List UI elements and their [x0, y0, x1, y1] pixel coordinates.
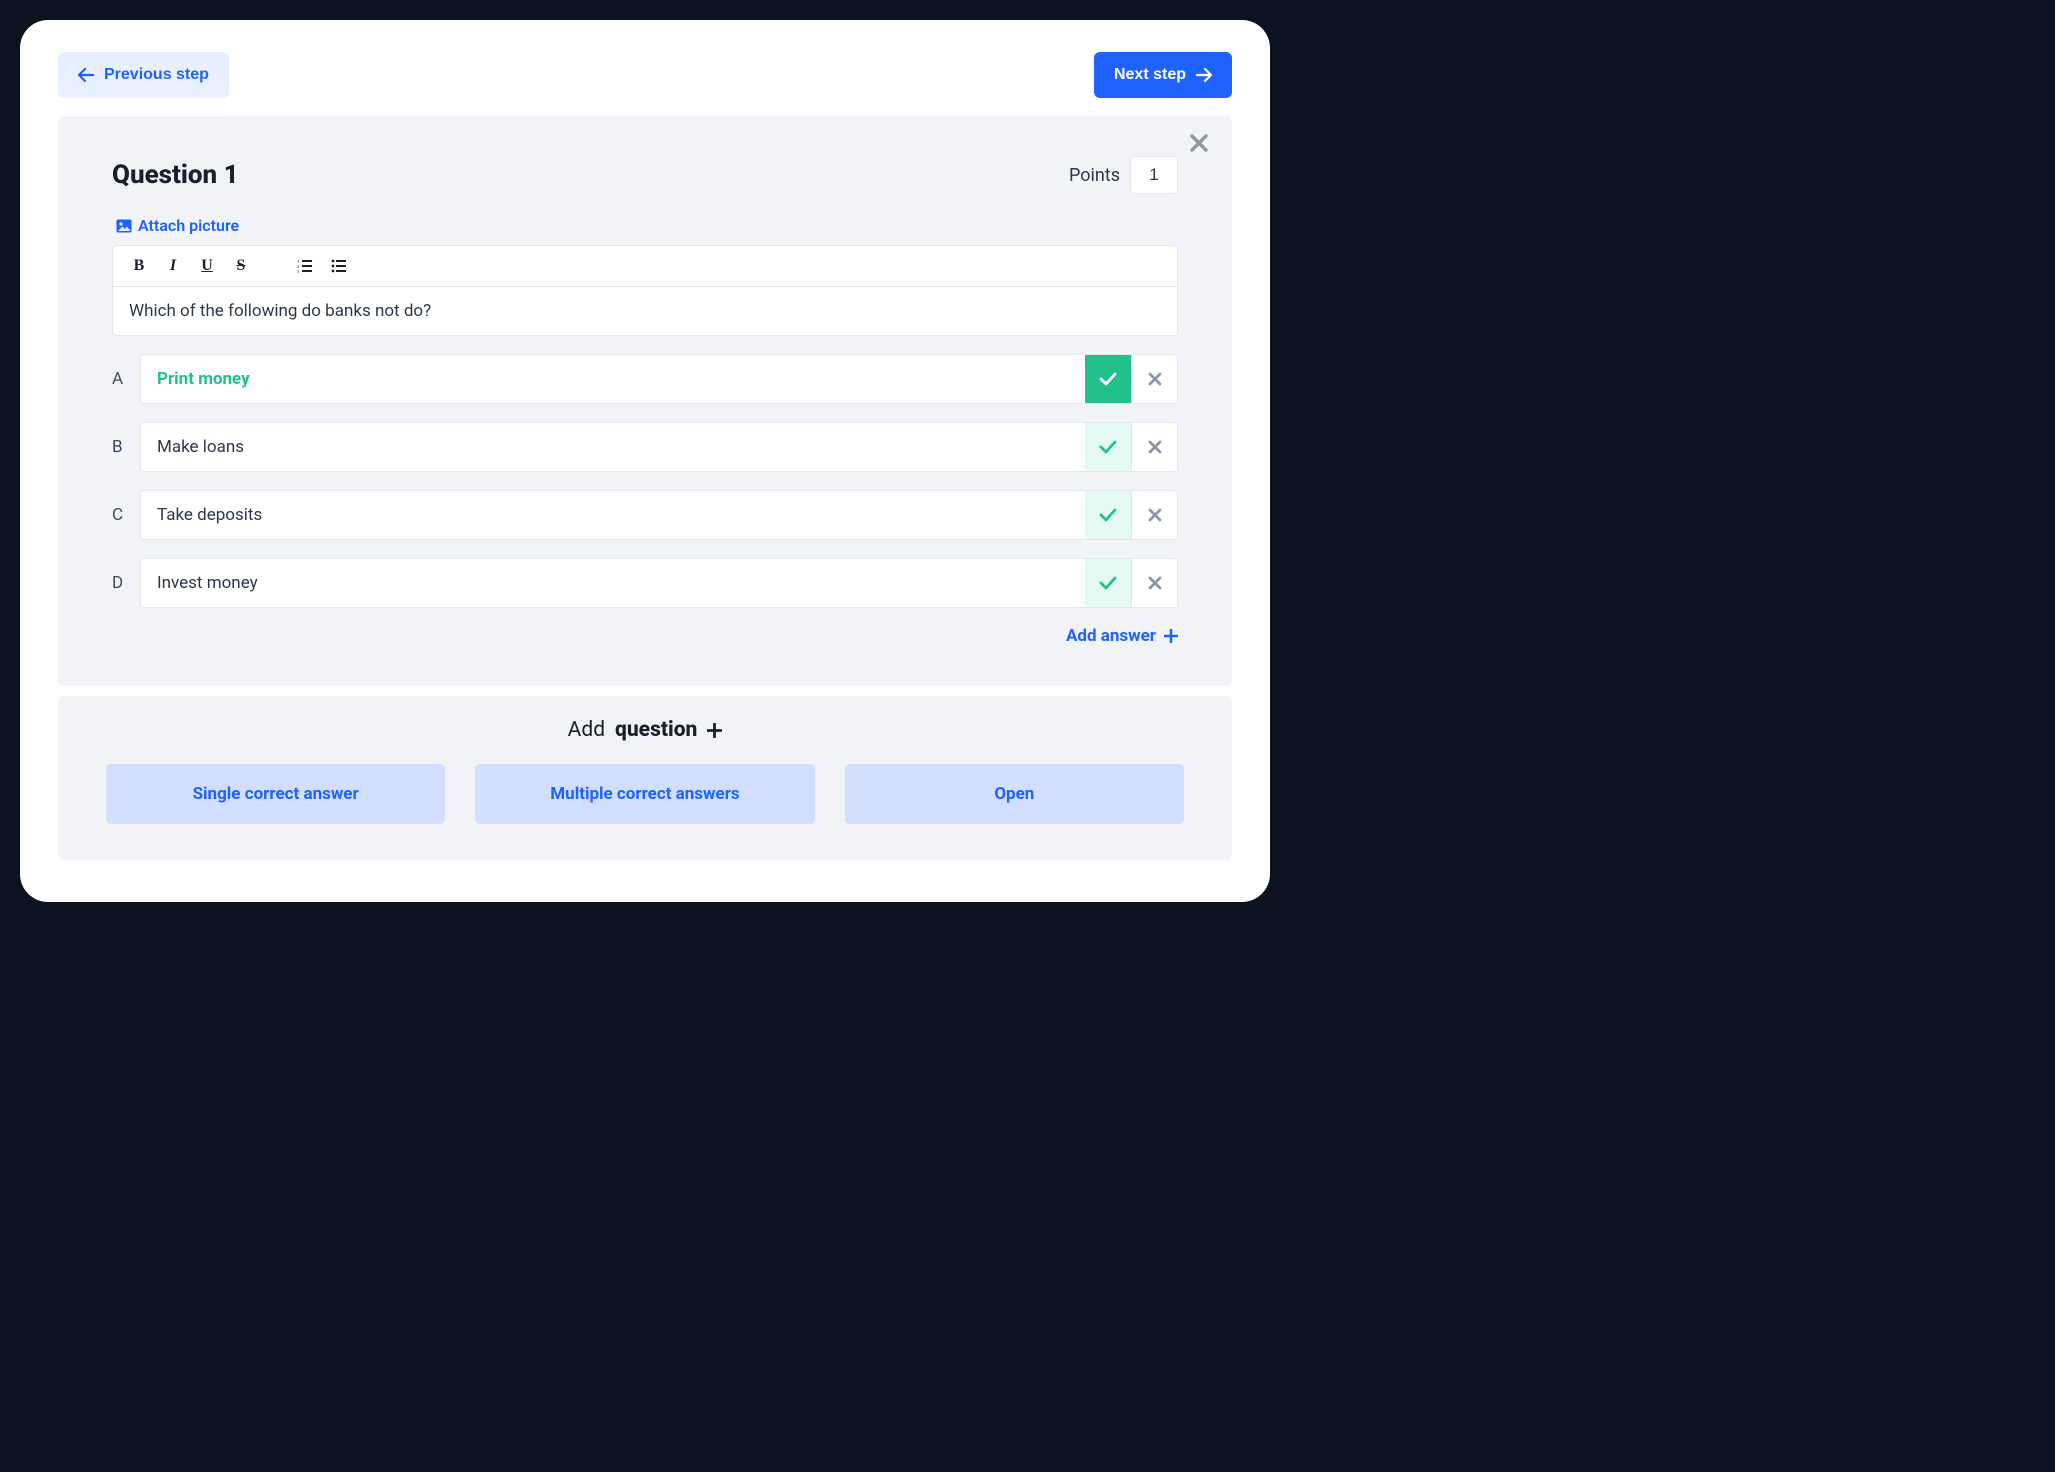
mark-correct-button[interactable]	[1085, 423, 1131, 471]
mark-correct-button[interactable]	[1085, 355, 1131, 403]
question-editor: B I U S 123 Which of the following do ba…	[112, 245, 1178, 336]
add-question-panel: Add question Single correct answer Multi…	[58, 696, 1232, 860]
answer-body: Take deposits	[140, 490, 1178, 540]
editor-toolbar: B I U S 123	[113, 246, 1177, 287]
question-panel: Question 1 Points Attach picture B I U S…	[58, 116, 1232, 686]
unordered-list-icon[interactable]	[329, 256, 349, 276]
question-prompt-input[interactable]: Which of the following do banks not do?	[113, 287, 1177, 335]
bold-icon[interactable]: B	[129, 256, 149, 276]
answer-text-input[interactable]: Invest money	[141, 559, 1085, 607]
previous-step-label: Previous step	[104, 66, 209, 84]
mark-correct-button[interactable]	[1085, 559, 1131, 607]
answer-row: BMake loans	[112, 422, 1178, 472]
answer-text-input[interactable]: Take deposits	[141, 491, 1085, 539]
italic-icon[interactable]: I	[163, 256, 183, 276]
add-answer-button[interactable]: Add answer	[112, 626, 1178, 646]
question-header: Question 1 Points	[112, 156, 1178, 194]
type-multiple-button[interactable]: Multiple correct answers	[475, 764, 814, 824]
arrow-left-icon	[78, 68, 94, 82]
next-step-label: Next step	[1114, 66, 1186, 84]
close-question-button[interactable]	[1190, 134, 1208, 152]
type-single-button[interactable]: Single correct answer	[106, 764, 445, 824]
plus-icon	[707, 723, 722, 738]
answers-list: APrint moneyBMake loansCTake depositsDIn…	[112, 354, 1178, 608]
attach-picture-button[interactable]: Attach picture	[116, 216, 239, 235]
answer-letter: D	[112, 558, 140, 608]
top-bar: Previous step Next step	[58, 52, 1232, 98]
answer-body: Make loans	[140, 422, 1178, 472]
question-type-row: Single correct answer Multiple correct a…	[106, 764, 1184, 824]
underline-icon[interactable]: U	[197, 256, 217, 276]
answer-letter: B	[112, 422, 140, 472]
add-question-prefix: Add	[568, 718, 605, 742]
answer-row: APrint money	[112, 354, 1178, 404]
answer-row: DInvest money	[112, 558, 1178, 608]
answer-body: Invest money	[140, 558, 1178, 608]
strikethrough-icon[interactable]: S	[231, 256, 251, 276]
add-question-emph: question	[615, 718, 697, 742]
plus-icon	[1164, 629, 1178, 643]
delete-answer-button[interactable]	[1131, 559, 1177, 607]
delete-answer-button[interactable]	[1131, 355, 1177, 403]
mark-correct-button[interactable]	[1085, 491, 1131, 539]
arrow-right-icon	[1196, 68, 1212, 82]
svg-text:3: 3	[297, 269, 300, 273]
question-title: Question 1	[112, 160, 239, 190]
ordered-list-icon[interactable]: 123	[295, 256, 315, 276]
points-input[interactable]	[1130, 156, 1178, 194]
previous-step-button[interactable]: Previous step	[58, 52, 229, 98]
answer-body: Print money	[140, 354, 1178, 404]
next-step-button[interactable]: Next step	[1094, 52, 1232, 98]
type-open-button[interactable]: Open	[845, 764, 1184, 824]
delete-answer-button[interactable]	[1131, 423, 1177, 471]
answer-letter: C	[112, 490, 140, 540]
answer-row: CTake deposits	[112, 490, 1178, 540]
image-icon	[116, 219, 132, 233]
app-window: Previous step Next step Question 1 Point…	[20, 20, 1270, 902]
answer-text-input[interactable]: Print money	[141, 355, 1085, 403]
delete-answer-button[interactable]	[1131, 491, 1177, 539]
add-answer-label: Add answer	[1066, 626, 1156, 646]
answer-text-input[interactable]: Make loans	[141, 423, 1085, 471]
points-group: Points	[1069, 156, 1178, 194]
attach-picture-label: Attach picture	[138, 216, 239, 235]
points-label: Points	[1069, 165, 1120, 186]
add-question-heading: Add question	[106, 718, 1184, 742]
answer-letter: A	[112, 354, 140, 404]
